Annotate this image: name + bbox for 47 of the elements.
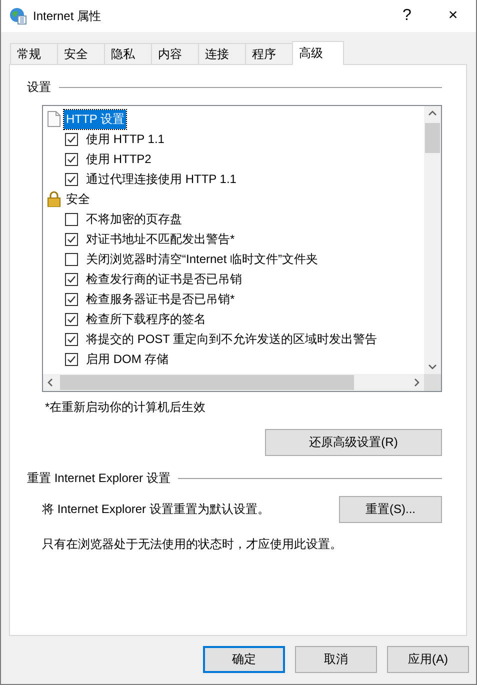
horizontal-scrollbar[interactable] (43, 374, 424, 391)
dialog-button[interactable]: 应用(A) (387, 646, 469, 673)
page-icon (47, 111, 61, 127)
checkbox[interactable] (65, 272, 78, 286)
option-label: 通过代理连接使用 HTTP 1.1 (86, 170, 236, 188)
restore-button[interactable]: 还原高级设置(R) (265, 429, 442, 456)
option-label: 关闭浏览器时清空“Internet 临时文件”文件夹 (86, 250, 318, 268)
window-title: Internet 属性 (33, 8, 102, 24)
tree-item[interactable]: HTTP 设置 (64, 110, 126, 128)
checkbox[interactable] (65, 252, 78, 266)
checkbox[interactable] (65, 332, 78, 346)
dialog-button[interactable]: 确定 (203, 646, 285, 673)
option-label: 将提交的 POST 重定向到不允许发送的区域时发出警告 (86, 330, 378, 348)
close-button[interactable]: × (430, 0, 476, 32)
reset-button[interactable]: 重置(S)... (339, 496, 442, 523)
checkbox[interactable] (65, 292, 78, 306)
checkbox[interactable] (65, 132, 78, 146)
tree-item[interactable]: 安全 (64, 190, 92, 208)
option-label: 不将加密的页存盘 (86, 210, 182, 228)
option-label: 检查发行商的证书是否已吊销 (86, 270, 242, 288)
tab[interactable]: 高级 (292, 41, 344, 65)
lock-icon (47, 191, 61, 207)
group-title: 设置 (27, 79, 51, 96)
footnote-text: *在重新启动你的计算机后生效 (45, 399, 207, 416)
checkbox[interactable] (65, 312, 78, 326)
help-button[interactable]: ? (384, 0, 430, 32)
scrollbar-corner (424, 374, 441, 391)
group-title: 重置 Internet Explorer 设置 (27, 470, 170, 487)
vertical-scrollbar[interactable] (424, 106, 441, 374)
option-label: 使用 HTTP2 (86, 150, 152, 168)
option-label: 检查服务器证书是否已吊销* (86, 290, 235, 308)
option-label: 检查所下载程序的签名 (86, 310, 206, 328)
checkbox[interactable] (65, 152, 78, 166)
tab[interactable]: 常规 (10, 43, 58, 64)
checkbox[interactable] (65, 232, 78, 246)
note-text: 只有在浏览器处于无法使用的状态时，才应使用此设置。 (42, 536, 343, 553)
checkbox[interactable] (65, 212, 78, 226)
option-label: 使用 HTTP 1.1 (86, 130, 164, 148)
globe-icon (9, 7, 27, 25)
description-text: 将 Internet Explorer 设置重置为默认设置。 (42, 501, 270, 518)
option-label: 对证书地址不匹配发出警告* (86, 230, 235, 248)
option-label: 启用 DOM 存储 (86, 350, 169, 368)
checkbox[interactable] (65, 352, 78, 366)
scroll-thumb[interactable] (60, 375, 354, 390)
checkbox[interactable] (65, 172, 78, 186)
scroll-thumb[interactable] (425, 123, 440, 153)
dialog-button[interactable]: 取消 (295, 646, 377, 673)
